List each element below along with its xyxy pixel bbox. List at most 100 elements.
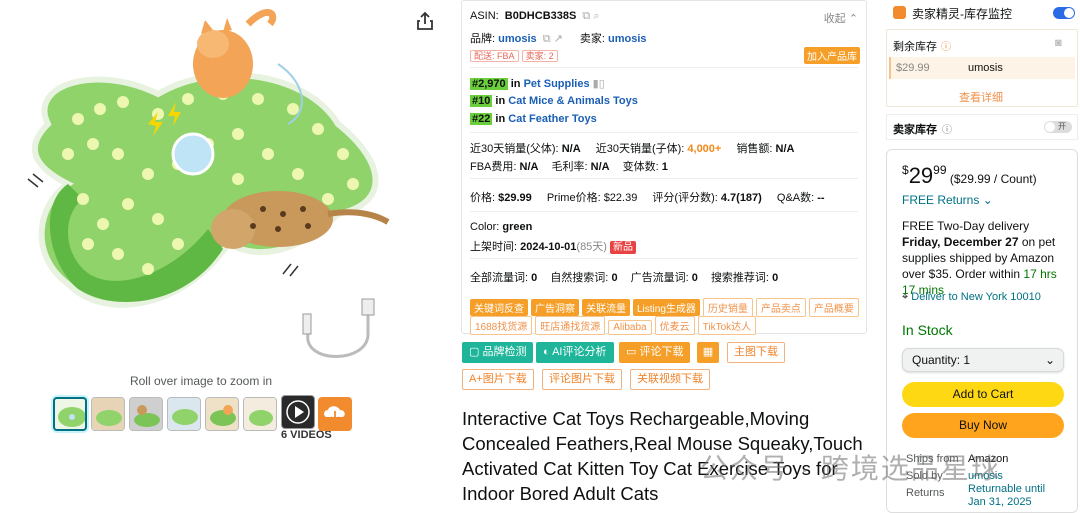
sourcing-chip[interactable]: 1688找货源	[470, 316, 533, 335]
thumbnail[interactable]	[53, 397, 87, 431]
rank-category-link[interactable]: Pet Supplies	[524, 78, 590, 90]
remaining-stock-label: 剩余库存	[893, 41, 937, 53]
sourcing-chip[interactable]: 旺店通找货源	[535, 316, 606, 335]
buy-now-button[interactable]: Buy Now	[902, 413, 1064, 438]
listed-label: 上架时间:	[470, 241, 518, 253]
deliver-to-link[interactable]: ⌖ Deliver to New York 10010	[902, 291, 1041, 304]
copy-icon[interactable]: ⧉	[582, 10, 590, 22]
sales-row: 近30天销量(父体): N/A 近30天销量(子体): 4,000+ 销售额: …	[470, 140, 794, 156]
sourcing-chips-row: 1688找货源 旺店通找货源 Alibaba 优麦云 TikTok达人	[470, 316, 759, 335]
price-fraction: 99	[933, 163, 947, 177]
help-icon[interactable]: ⓘ	[942, 121, 952, 136]
thumbnail[interactable]	[167, 397, 201, 431]
traffic-organic-value[interactable]: 0	[611, 272, 617, 284]
thumbnail[interactable]	[243, 397, 277, 431]
stock-row-price: $29.99	[896, 62, 930, 74]
rank-row: #2,970 in Pet Supplies ▮▯	[470, 77, 605, 90]
traffic-ad-value[interactable]: 0	[692, 272, 698, 284]
location-pin-icon: ⌖	[902, 291, 909, 303]
delivery-text: FREE Two-Day delivery	[902, 219, 1030, 233]
price-row: 价格: $29.99 Prime价格: $22.39 评分(评分数): 4.7(…	[470, 189, 825, 205]
chart-icon[interactable]: ▮▯	[593, 78, 605, 90]
tool-chips-row: 关键词反查 广告洞察 关联流量 Listing生成器 历史销量 产品卖点 产品概要	[470, 298, 862, 317]
tool-chip[interactable]: 广告洞察	[531, 299, 579, 316]
traffic-rec-label: 搜索推荐词:	[710, 272, 769, 284]
tool-chip[interactable]: 产品概要	[808, 298, 859, 317]
stock-row: $29.99 umosis	[889, 57, 1075, 79]
variants-label: 变体数:	[622, 161, 659, 173]
sourcing-chip[interactable]: TikTok达人	[697, 316, 757, 335]
margin-label: 毛利率:	[551, 161, 588, 173]
buybox-price: $2999 ($29.99 / Count)	[902, 163, 1037, 189]
quantity-select[interactable]: Quantity: 1 ⌄	[902, 348, 1064, 372]
main-image-download-button[interactable]: 主图下载	[727, 342, 785, 363]
free-returns-link[interactable]: FREE Returns ⌄	[902, 193, 993, 207]
tool-chip[interactable]: Listing生成器	[633, 299, 700, 316]
monitor-toggle[interactable]	[1053, 7, 1075, 19]
external-link-icon[interactable]: ↗	[554, 33, 563, 45]
seller-stock-toggle[interactable]: 开	[1044, 121, 1072, 133]
tool-chip[interactable]: 关联流量	[582, 299, 630, 316]
traffic-rec-value[interactable]: 0	[772, 272, 778, 284]
thumbnail[interactable]	[129, 397, 163, 431]
sprite-logo-icon	[893, 6, 906, 19]
new-badge: 新品	[610, 241, 637, 254]
asin-value[interactable]: B0DHCB338S	[505, 10, 577, 22]
color-label: Color:	[470, 221, 500, 233]
color-value: green	[502, 221, 533, 233]
order-within-label: Order within	[955, 267, 1024, 281]
sales-parent-label: 近30天销量(父体):	[470, 143, 559, 155]
asin-row: ASIN: B0DHCB338S ⧉ ⌕	[470, 10, 599, 23]
seller-link[interactable]: umosis	[608, 33, 647, 45]
sourcing-chip[interactable]: 优麦云	[654, 316, 695, 335]
listed-days: (85天)	[576, 241, 607, 253]
thumbnail[interactable]	[205, 397, 239, 431]
related-video-download-button[interactable]: 关联视频下载	[630, 369, 710, 390]
chevron-down-icon: ⌄	[982, 193, 993, 207]
camera-icon[interactable]: ◙	[1055, 37, 1062, 49]
search-icon[interactable]: ⌕	[593, 10, 599, 22]
seller-stock-row: 卖家库存 ⓘ 开	[886, 114, 1078, 140]
video-thumbnail[interactable]	[281, 395, 315, 429]
copy-icon[interactable]: ⧉	[543, 33, 551, 45]
price-label: 价格:	[470, 192, 496, 204]
brand-link[interactable]: umosis	[498, 33, 537, 45]
rank-category-link[interactable]: Cat Mice & Animals Toys	[508, 95, 638, 107]
traffic-all-value[interactable]: 0	[531, 272, 537, 284]
sourcing-chip[interactable]: Alibaba	[608, 320, 652, 335]
thumbnail[interactable]	[91, 397, 125, 431]
product-main-image[interactable]	[8, 4, 400, 370]
brand-check-button[interactable]: ▢ 品牌检测	[462, 342, 534, 363]
stock-row-seller: umosis	[968, 62, 1003, 74]
view-detail-link[interactable]: 查看详细	[959, 89, 1003, 105]
sellers-tag[interactable]: 卖家: 2	[521, 50, 558, 62]
tool-chip[interactable]: 产品卖点	[755, 298, 806, 317]
traffic-organic-label: 自然搜索词:	[550, 272, 609, 284]
tool-chip[interactable]: 关键词反查	[470, 299, 528, 316]
collapse-button[interactable]: 收起 ⌃	[824, 10, 858, 26]
stock-monitor-header: 卖家精灵-库存监控	[887, 0, 1077, 26]
returns-label: Returns	[906, 487, 945, 499]
tag-row: 配送: FBA 卖家: 2	[470, 49, 558, 62]
review-image-download-button[interactable]: 评论图片下载	[542, 369, 622, 390]
aplus-download-button[interactable]: A+图片下载	[462, 369, 534, 390]
rank-badge: #22	[470, 113, 493, 125]
brand-row: 品牌: umosis ⧉ ↗ 卖家: umosis	[470, 30, 647, 46]
rating-value: 4.7(187)	[720, 192, 762, 204]
calculator-icon[interactable]: ▦	[697, 342, 719, 363]
price-unit: ($29.99 / Count)	[949, 172, 1037, 186]
traffic-ad-label: 广告流量词:	[630, 272, 689, 284]
help-icon[interactable]: ⓘ	[941, 38, 951, 53]
share-icon[interactable]	[414, 10, 436, 32]
add-to-cart-button[interactable]: Add to Cart	[902, 382, 1064, 407]
play-icon	[286, 400, 310, 424]
upload-icon[interactable]	[318, 397, 352, 431]
add-to-library-button[interactable]: 加入产品库	[804, 47, 860, 64]
review-download-button[interactable]: ▭ 评论下载	[619, 342, 691, 363]
tool-chip[interactable]: 历史销量	[702, 298, 753, 317]
fba-fee-label: FBA费用:	[470, 161, 517, 173]
rank-category-link[interactable]: Cat Feather Toys	[508, 113, 596, 125]
rank-row: #10 in Cat Mice & Animals Toys	[470, 95, 638, 107]
ai-review-button[interactable]: ◐ AI评论分析	[536, 342, 614, 363]
stock-monitor-box: 剩余库存 ⓘ ◙ $29.99 umosis 查看详细	[886, 29, 1078, 107]
